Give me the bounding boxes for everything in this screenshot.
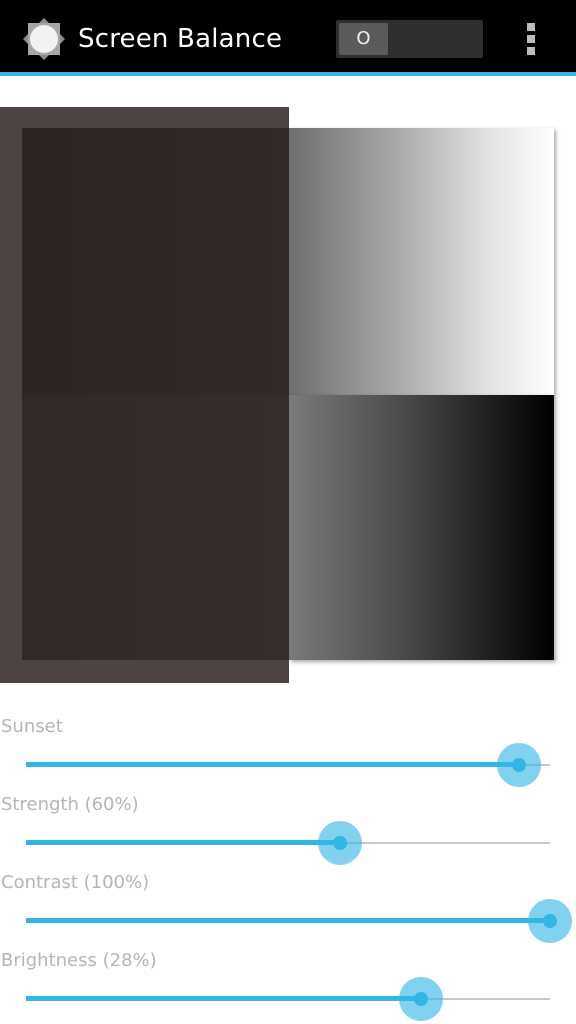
gray-to-black-gradient-panel bbox=[289, 395, 554, 660]
brightness-slider[interactable] bbox=[26, 974, 550, 1024]
slider-thumb[interactable] bbox=[543, 914, 557, 928]
slider-fill bbox=[26, 762, 519, 767]
strength-label: Strength (60%) bbox=[1, 794, 139, 815]
contrast-slider[interactable] bbox=[26, 896, 572, 946]
sunset-slider[interactable] bbox=[26, 740, 550, 790]
slider-fill bbox=[26, 840, 341, 845]
brightness-label: Brightness (28%) bbox=[1, 950, 157, 971]
sunset-preview-overlay bbox=[0, 107, 289, 683]
test-pattern bbox=[0, 76, 576, 706]
slider-fill bbox=[26, 996, 421, 1001]
light-gradient-panel bbox=[289, 128, 554, 395]
contrast-label: Contrast (100%) bbox=[1, 872, 150, 893]
screen-balance-screen: Screen Balance O Sunset Strength (60%) C… bbox=[0, 0, 576, 1024]
app-title: Screen Balance bbox=[78, 24, 283, 54]
screen-balance-icon bbox=[23, 18, 65, 60]
slider-fill bbox=[26, 918, 550, 923]
sunset-label: Sunset bbox=[1, 716, 63, 737]
slider-thumb[interactable] bbox=[413, 992, 428, 1006]
enable-toggle[interactable]: O bbox=[336, 20, 483, 58]
toggle-thumb: O bbox=[339, 23, 388, 55]
action-bar: Screen Balance O bbox=[0, 0, 576, 72]
slider-thumb[interactable] bbox=[511, 758, 526, 772]
more-vert-icon[interactable] bbox=[519, 20, 543, 58]
strength-slider[interactable] bbox=[26, 818, 550, 868]
